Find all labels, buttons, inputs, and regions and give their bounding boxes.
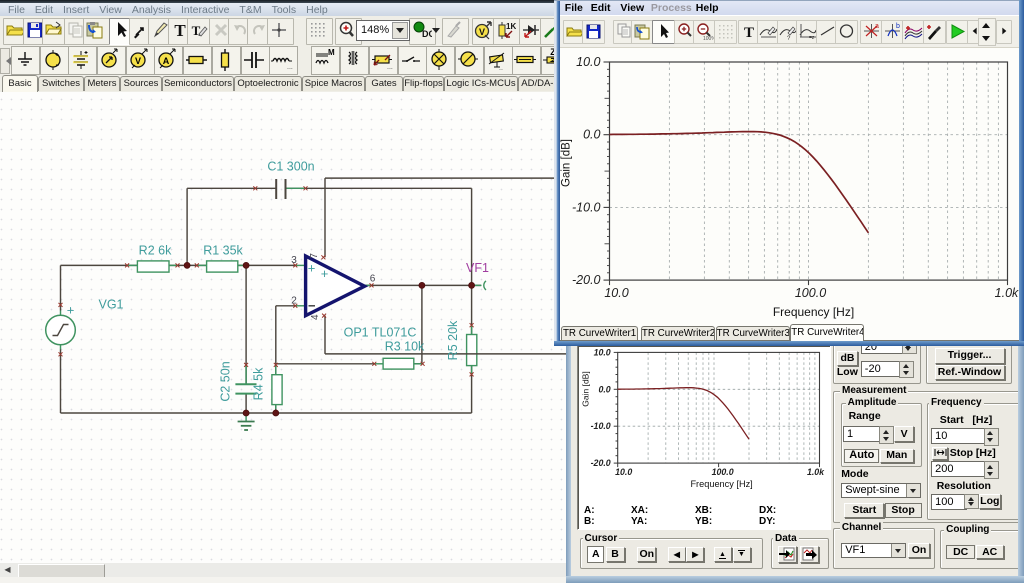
svg-text:-20.0: -20.0	[572, 273, 601, 287]
svg-text:0.0: 0.0	[583, 128, 600, 142]
svg-text:-10.0: -10.0	[590, 421, 610, 431]
svg-text:b: b	[896, 23, 900, 30]
svg-text:1.0k: 1.0k	[806, 467, 824, 477]
svg-text:V: V	[135, 56, 141, 66]
svg-text:10.0: 10.0	[615, 467, 632, 477]
svg-text:...: ...	[387, 64, 393, 71]
svg-text:-20.0: -20.0	[590, 458, 610, 468]
svg-text:T: T	[174, 21, 186, 40]
svg-text:-10.0: -10.0	[572, 200, 601, 214]
svg-text:Gain [dB]: Gain [dB]	[561, 139, 573, 187]
svg-text:M: M	[328, 48, 335, 57]
svg-text:100.0: 100.0	[711, 467, 733, 477]
svg-text:Gain [dB]: Gain [dB]	[580, 371, 590, 406]
svg-text:...: ...	[287, 64, 293, 71]
svg-text:10.0: 10.0	[604, 286, 628, 300]
svg-text:A: A	[163, 56, 170, 66]
svg-text:1K: 1K	[506, 22, 516, 31]
svg-text:0.0: 0.0	[598, 384, 610, 394]
svg-text:Frequency [Hz]: Frequency [Hz]	[690, 479, 752, 489]
svg-text:100.0: 100.0	[795, 286, 826, 300]
svg-text:a: a	[875, 23, 879, 30]
svg-text:T: T	[744, 25, 754, 41]
svg-text:=z: =z	[809, 35, 815, 41]
svg-text:1.0k: 1.0k	[995, 286, 1019, 300]
svg-text:10.0: 10.0	[593, 347, 610, 357]
svg-text:?: ?	[787, 36, 791, 41]
svg-text:10.0: 10.0	[576, 55, 600, 69]
svg-text:..: ..	[499, 65, 503, 72]
svg-text:Frequency [Hz]: Frequency [Hz]	[773, 305, 854, 319]
svg-text:V: V	[478, 27, 484, 37]
